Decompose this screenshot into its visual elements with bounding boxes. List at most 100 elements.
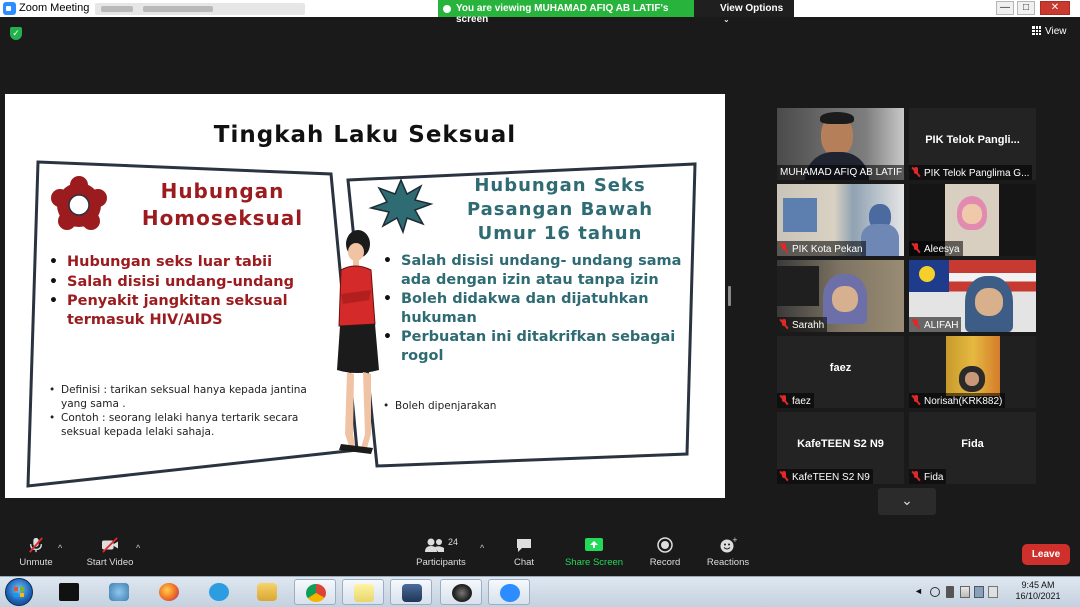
tray-app-icon[interactable] xyxy=(930,587,940,597)
participant-tile[interactable]: PIK Kota Pekan xyxy=(777,184,904,256)
participants-options-caret[interactable]: ^ xyxy=(480,543,484,553)
participant-tile[interactable]: Norisah(KRK882) xyxy=(909,336,1036,408)
close-icon: ✕ xyxy=(1050,2,1060,13)
chevron-down-icon: ⌄ xyxy=(901,492,913,508)
share-screen-label: Share Screen xyxy=(564,557,624,568)
maximize-button[interactable]: □ xyxy=(1017,1,1035,15)
taskbar-app-firefox[interactable] xyxy=(148,579,190,605)
left-bullet: Penyakit jangkitan seksual termasuk HIV/… xyxy=(43,292,333,329)
taskbar-app-ie[interactable] xyxy=(198,579,240,605)
leave-button[interactable]: Leave xyxy=(1022,544,1070,565)
monitor-icon xyxy=(402,584,422,602)
participant-tile[interactable]: PIK Telok Pangli... PIK Telok Panglima G… xyxy=(909,108,1036,180)
taskbar-clock[interactable]: 9:45 AM 16/10/2021 xyxy=(1010,580,1066,602)
view-layout-button[interactable]: View xyxy=(1032,26,1067,37)
audio-options-caret[interactable]: ^ xyxy=(58,543,62,553)
windows-start-button[interactable] xyxy=(5,578,33,606)
participant-name-bar: PIK Telok Panglima G... xyxy=(909,165,1033,180)
right-bullet: Salah disisi undang- undang sama ada den… xyxy=(377,252,687,290)
minimize-button[interactable]: — xyxy=(996,1,1014,15)
participant-tile[interactable]: Aleesya xyxy=(909,184,1036,256)
participant-name-bar: faez xyxy=(777,393,814,408)
chat-icon xyxy=(517,539,531,552)
right-bullet: Boleh didakwa dan dijatuhkan hukuman xyxy=(377,290,687,328)
blurred-tab-strip xyxy=(95,3,305,15)
participant-tile[interactable]: faez faez xyxy=(777,336,904,408)
participant-name: KafeTEEN S2 N9 xyxy=(792,472,870,483)
view-label: View xyxy=(1045,26,1067,37)
taskbar-app-dictionary[interactable] xyxy=(48,579,90,605)
participant-name: MUHAMAD AFIQ AB LATIF xyxy=(777,165,904,180)
mic-muted-icon xyxy=(912,319,920,329)
video-options-caret[interactable]: ^ xyxy=(136,543,140,553)
taskbar-app-notes[interactable] xyxy=(342,579,384,605)
participant-name: Sarahh xyxy=(792,320,825,331)
participant-tile[interactable]: MUHAMAD AFIQ AB LATIF xyxy=(777,108,904,180)
participant-name: Norisah(KRK882) xyxy=(924,396,1003,407)
participant-tile[interactable]: Fida Fida xyxy=(909,412,1036,484)
mic-muted-icon xyxy=(780,471,788,481)
participant-display-name: Fida xyxy=(961,438,984,450)
participant-tile[interactable]: ALIFAH xyxy=(909,260,1036,332)
taskbar-app-zoom[interactable] xyxy=(488,579,530,605)
tray-expand-icon[interactable]: ◄ xyxy=(914,586,923,596)
svg-text:+: + xyxy=(732,537,737,544)
participant-display-name: KafeTEEN S2 N9 xyxy=(797,438,884,450)
participant-name: PIK Kota Pekan xyxy=(792,244,863,255)
tray-usb-icon[interactable] xyxy=(946,586,954,598)
participant-name-bar: Sarahh xyxy=(777,317,828,332)
mic-muted-icon xyxy=(912,471,920,481)
left-bullet: Salah disisi undang-undang xyxy=(43,273,333,292)
gallery-next-page-button[interactable]: ⌄ xyxy=(878,488,936,515)
left-bullet: Hubungan seks luar tabii xyxy=(43,253,333,272)
zoom-app-icon xyxy=(3,2,16,15)
taskbar-app-game[interactable] xyxy=(98,579,140,605)
start-video-label: Start Video xyxy=(86,557,134,568)
right-bullet: Perbuatan ini ditakrifkan sebagai rogol xyxy=(377,328,687,366)
participant-name: Aleesya xyxy=(924,244,960,255)
participant-display-name: PIK Telok Pangli... xyxy=(925,134,1020,146)
participant-name-bar: PIK Kota Pekan xyxy=(777,241,866,256)
mic-muted-icon xyxy=(780,395,788,405)
reactions-label: Reactions xyxy=(706,557,750,568)
participants-button[interactable]: 24 Participants xyxy=(414,537,468,575)
start-video-button[interactable]: Start Video xyxy=(84,537,136,575)
window-title: Zoom Meeting xyxy=(19,2,90,14)
right-bullet-list: Salah disisi undang- undang sama ada den… xyxy=(377,252,687,366)
taskbar-app-chrome[interactable] xyxy=(294,579,336,605)
participants-label: Participants xyxy=(416,557,466,568)
taskbar-app-camera[interactable] xyxy=(440,579,482,605)
participant-tile[interactable]: KafeTEEN S2 N9 KafeTEEN S2 N9 xyxy=(777,412,904,484)
participant-name: Fida xyxy=(924,472,944,483)
close-button[interactable]: ✕ xyxy=(1040,1,1070,15)
tray-network-icon[interactable] xyxy=(974,586,984,598)
left-heading-line1: Hubungan xyxy=(160,179,285,203)
game-app-icon xyxy=(109,583,129,601)
folder-icon xyxy=(257,583,277,601)
share-screen-button[interactable]: Share Screen xyxy=(564,537,624,575)
participant-name-bar: Aleesya xyxy=(909,241,963,256)
participants-count: 24 xyxy=(447,537,458,547)
record-label: Record xyxy=(649,557,681,568)
chat-button[interactable]: Chat xyxy=(506,537,542,575)
tray-volume-icon[interactable] xyxy=(988,586,998,598)
taskbar-app-explorer[interactable] xyxy=(246,579,288,605)
unmute-button[interactable]: Unmute xyxy=(14,537,58,575)
record-button[interactable]: Record xyxy=(646,537,684,575)
view-options-button[interactable]: View Options ⌄ xyxy=(694,0,794,24)
participant-name: faez xyxy=(792,396,811,407)
minimize-icon: — xyxy=(1000,2,1010,13)
participant-name: PIK Telok Panglima G... xyxy=(924,168,1030,179)
reactions-button[interactable]: + Reactions xyxy=(704,537,752,575)
participant-name-bar: ALIFAH xyxy=(909,317,962,332)
splitter-handle[interactable] xyxy=(728,286,731,306)
participant-tile[interactable]: Sarahh xyxy=(777,260,904,332)
video-off-icon xyxy=(102,537,118,553)
shield-check-icon[interactable]: ✓ xyxy=(10,27,22,40)
tray-flag-icon[interactable] xyxy=(960,586,970,598)
taskbar-app-monitor[interactable] xyxy=(390,579,432,605)
left-heading-line2: Homoseksual xyxy=(141,206,304,230)
mic-muted-icon xyxy=(29,537,43,553)
internet-explorer-icon xyxy=(209,583,229,601)
participant-name-bar: Norisah(KRK882) xyxy=(909,393,1006,408)
